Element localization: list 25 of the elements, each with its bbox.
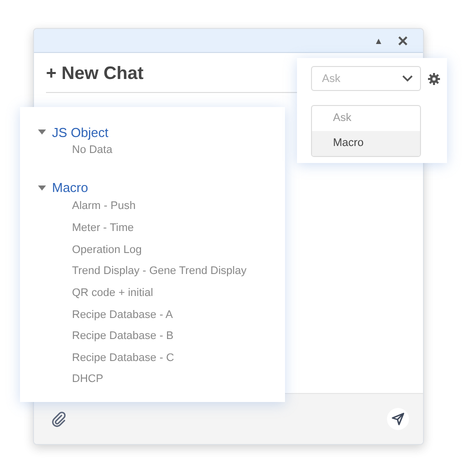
send-button[interactable] [387, 408, 409, 430]
mode-select[interactable]: Ask [311, 66, 421, 91]
dropdown-option[interactable]: Ask [312, 106, 420, 131]
tree-item[interactable]: Alarm - Push [38, 196, 285, 218]
new-chat-button[interactable]: + New Chat [46, 63, 144, 84]
tree-item[interactable]: Recipe Database - B [38, 325, 285, 347]
settings-icon[interactable] [428, 72, 440, 84]
tree-item[interactable]: Meter - Time [38, 217, 285, 239]
chevron-icon [402, 75, 413, 82]
tree-item[interactable]: DHCP [38, 368, 285, 390]
close-button[interactable]: ✕ [397, 34, 409, 48]
tree-item[interactable]: Recipe Database - C [38, 346, 285, 368]
send-icon [391, 412, 405, 426]
tree-group-label[interactable]: JS Object [52, 124, 108, 140]
collapse-button[interactable]: ▲ [374, 34, 383, 48]
tree-item[interactable]: Recipe Database - A [38, 304, 285, 326]
expanded-caret-icon[interactable] [38, 184, 46, 192]
tree-item[interactable]: Trend Display - Gene Trend Display [38, 260, 285, 282]
tree-group-label[interactable]: Macro [52, 180, 88, 196]
expanded-caret-icon[interactable] [38, 128, 46, 136]
dropdown-option[interactable]: Macro [312, 131, 420, 156]
paperclip-icon[interactable] [51, 411, 67, 427]
tree-item[interactable]: No Data [38, 140, 285, 162]
tree-item[interactable]: QR code + initial [38, 282, 285, 304]
tree-item[interactable]: Operation Log [38, 238, 285, 260]
